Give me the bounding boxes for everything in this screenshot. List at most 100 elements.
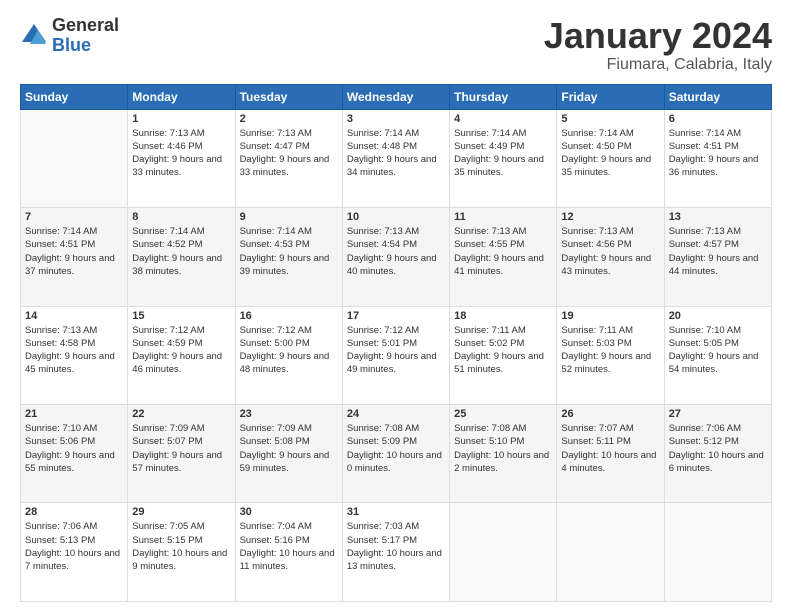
- col-tuesday: Tuesday: [235, 84, 342, 109]
- day-cell: 31 Sunrise: 7:03 AM Sunset: 5:17 PM Dayl…: [342, 503, 449, 602]
- day-cell: 11 Sunrise: 7:13 AM Sunset: 4:55 PM Dayl…: [450, 208, 557, 306]
- sunrise-text: Sunrise: 7:13 AM: [454, 226, 526, 237]
- logo-text: General Blue: [52, 16, 119, 56]
- daylight-text: Daylight: 9 hours and 45 minutes.: [25, 351, 115, 375]
- day-number: 24: [347, 408, 445, 420]
- day-cell: 24 Sunrise: 7:08 AM Sunset: 5:09 PM Dayl…: [342, 405, 449, 503]
- sunset-text: Sunset: 4:55 PM: [454, 239, 524, 250]
- daylight-text: Daylight: 9 hours and 40 minutes.: [347, 253, 437, 277]
- sunset-text: Sunset: 4:51 PM: [25, 239, 95, 250]
- day-info: Sunrise: 7:09 AM Sunset: 5:07 PM Dayligh…: [132, 422, 230, 475]
- sunrise-text: Sunrise: 7:08 AM: [454, 423, 526, 434]
- day-cell: 9 Sunrise: 7:14 AM Sunset: 4:53 PM Dayli…: [235, 208, 342, 306]
- month-title: January 2024: [544, 16, 772, 56]
- day-info: Sunrise: 7:13 AM Sunset: 4:56 PM Dayligh…: [561, 225, 659, 278]
- sunset-text: Sunset: 4:54 PM: [347, 239, 417, 250]
- day-info: Sunrise: 7:14 AM Sunset: 4:51 PM Dayligh…: [669, 127, 767, 180]
- day-info: Sunrise: 7:14 AM Sunset: 4:50 PM Dayligh…: [561, 127, 659, 180]
- col-friday: Friday: [557, 84, 664, 109]
- day-number: 7: [25, 211, 123, 223]
- sunset-text: Sunset: 4:53 PM: [240, 239, 310, 250]
- sunrise-text: Sunrise: 7:10 AM: [669, 325, 741, 336]
- day-cell: 21 Sunrise: 7:10 AM Sunset: 5:06 PM Dayl…: [21, 405, 128, 503]
- day-info: Sunrise: 7:07 AM Sunset: 5:11 PM Dayligh…: [561, 422, 659, 475]
- daylight-text: Daylight: 10 hours and 11 minutes.: [240, 548, 335, 572]
- calendar-table: Sunday Monday Tuesday Wednesday Thursday…: [20, 84, 772, 602]
- sunrise-text: Sunrise: 7:09 AM: [132, 423, 204, 434]
- day-number: 3: [347, 113, 445, 125]
- sunrise-text: Sunrise: 7:12 AM: [240, 325, 312, 336]
- day-cell: 15 Sunrise: 7:12 AM Sunset: 4:59 PM Dayl…: [128, 306, 235, 404]
- sunset-text: Sunset: 4:56 PM: [561, 239, 631, 250]
- day-number: 1: [132, 113, 230, 125]
- day-cell: 14 Sunrise: 7:13 AM Sunset: 4:58 PM Dayl…: [21, 306, 128, 404]
- week-row-2: 7 Sunrise: 7:14 AM Sunset: 4:51 PM Dayli…: [21, 208, 772, 306]
- day-number: 11: [454, 211, 552, 223]
- day-cell: 7 Sunrise: 7:14 AM Sunset: 4:51 PM Dayli…: [21, 208, 128, 306]
- sunrise-text: Sunrise: 7:11 AM: [454, 325, 526, 336]
- day-info: Sunrise: 7:08 AM Sunset: 5:10 PM Dayligh…: [454, 422, 552, 475]
- day-cell: 10 Sunrise: 7:13 AM Sunset: 4:54 PM Dayl…: [342, 208, 449, 306]
- sunset-text: Sunset: 4:46 PM: [132, 141, 202, 152]
- day-info: Sunrise: 7:13 AM Sunset: 4:46 PM Dayligh…: [132, 127, 230, 180]
- sunset-text: Sunset: 4:47 PM: [240, 141, 310, 152]
- header: General Blue January 2024 Fiumara, Calab…: [20, 16, 772, 74]
- daylight-text: Daylight: 9 hours and 48 minutes.: [240, 351, 330, 375]
- sunset-text: Sunset: 5:13 PM: [25, 535, 95, 546]
- day-cell: 29 Sunrise: 7:05 AM Sunset: 5:15 PM Dayl…: [128, 503, 235, 602]
- daylight-text: Daylight: 9 hours and 34 minutes.: [347, 154, 437, 178]
- sunset-text: Sunset: 5:16 PM: [240, 535, 310, 546]
- day-info: Sunrise: 7:11 AM Sunset: 5:03 PM Dayligh…: [561, 324, 659, 377]
- sunset-text: Sunset: 5:00 PM: [240, 338, 310, 349]
- daylight-text: Daylight: 9 hours and 35 minutes.: [561, 154, 651, 178]
- day-number: 4: [454, 113, 552, 125]
- sunset-text: Sunset: 5:06 PM: [25, 436, 95, 447]
- daylight-text: Daylight: 9 hours and 38 minutes.: [132, 253, 222, 277]
- day-cell: 6 Sunrise: 7:14 AM Sunset: 4:51 PM Dayli…: [664, 109, 771, 207]
- day-number: 8: [132, 211, 230, 223]
- day-number: 5: [561, 113, 659, 125]
- sunrise-text: Sunrise: 7:14 AM: [132, 226, 204, 237]
- daylight-text: Daylight: 9 hours and 39 minutes.: [240, 253, 330, 277]
- sunrise-text: Sunrise: 7:09 AM: [240, 423, 312, 434]
- day-info: Sunrise: 7:11 AM Sunset: 5:02 PM Dayligh…: [454, 324, 552, 377]
- day-cell: 8 Sunrise: 7:14 AM Sunset: 4:52 PM Dayli…: [128, 208, 235, 306]
- col-saturday: Saturday: [664, 84, 771, 109]
- day-cell: [450, 503, 557, 602]
- day-cell: 13 Sunrise: 7:13 AM Sunset: 4:57 PM Dayl…: [664, 208, 771, 306]
- day-info: Sunrise: 7:09 AM Sunset: 5:08 PM Dayligh…: [240, 422, 338, 475]
- logo-icon: [20, 22, 48, 50]
- day-info: Sunrise: 7:14 AM Sunset: 4:52 PM Dayligh…: [132, 225, 230, 278]
- day-cell: 12 Sunrise: 7:13 AM Sunset: 4:56 PM Dayl…: [557, 208, 664, 306]
- sunset-text: Sunset: 5:12 PM: [669, 436, 739, 447]
- daylight-text: Daylight: 10 hours and 0 minutes.: [347, 450, 442, 474]
- day-info: Sunrise: 7:14 AM Sunset: 4:51 PM Dayligh…: [25, 225, 123, 278]
- daylight-text: Daylight: 9 hours and 57 minutes.: [132, 450, 222, 474]
- day-cell: [557, 503, 664, 602]
- calendar-body: 1 Sunrise: 7:13 AM Sunset: 4:46 PM Dayli…: [21, 109, 772, 601]
- day-cell: 26 Sunrise: 7:07 AM Sunset: 5:11 PM Dayl…: [557, 405, 664, 503]
- col-monday: Monday: [128, 84, 235, 109]
- day-info: Sunrise: 7:10 AM Sunset: 5:06 PM Dayligh…: [25, 422, 123, 475]
- col-wednesday: Wednesday: [342, 84, 449, 109]
- sunrise-text: Sunrise: 7:08 AM: [347, 423, 419, 434]
- day-cell: 16 Sunrise: 7:12 AM Sunset: 5:00 PM Dayl…: [235, 306, 342, 404]
- daylight-text: Daylight: 9 hours and 43 minutes.: [561, 253, 651, 277]
- sunset-text: Sunset: 4:57 PM: [669, 239, 739, 250]
- logo-general: General: [52, 16, 119, 36]
- day-cell: 22 Sunrise: 7:09 AM Sunset: 5:07 PM Dayl…: [128, 405, 235, 503]
- day-cell: [664, 503, 771, 602]
- day-number: 6: [669, 113, 767, 125]
- sunset-text: Sunset: 4:58 PM: [25, 338, 95, 349]
- sunset-text: Sunset: 5:02 PM: [454, 338, 524, 349]
- sunset-text: Sunset: 4:48 PM: [347, 141, 417, 152]
- day-number: 27: [669, 408, 767, 420]
- day-number: 9: [240, 211, 338, 223]
- day-cell: 19 Sunrise: 7:11 AM Sunset: 5:03 PM Dayl…: [557, 306, 664, 404]
- sunrise-text: Sunrise: 7:13 AM: [25, 325, 97, 336]
- sunrise-text: Sunrise: 7:14 AM: [25, 226, 97, 237]
- day-cell: 28 Sunrise: 7:06 AM Sunset: 5:13 PM Dayl…: [21, 503, 128, 602]
- sunset-text: Sunset: 5:09 PM: [347, 436, 417, 447]
- sunrise-text: Sunrise: 7:12 AM: [132, 325, 204, 336]
- day-number: 13: [669, 211, 767, 223]
